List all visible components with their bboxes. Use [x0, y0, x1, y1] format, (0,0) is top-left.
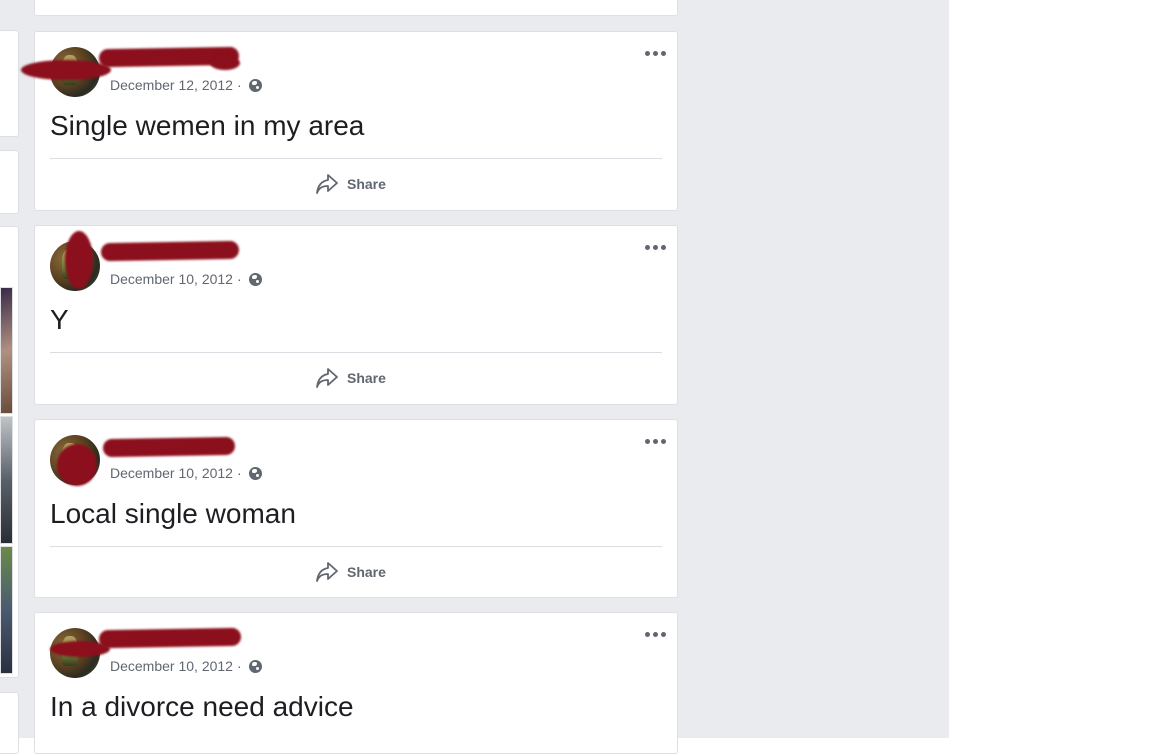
meta-separator: · — [236, 658, 242, 674]
post-card: December 10, 2012 · Local single woman S… — [34, 419, 678, 598]
left-column-card — [0, 30, 19, 137]
post-meta: December 10, 2012 · — [110, 271, 262, 287]
share-arrow-icon — [315, 561, 339, 583]
meta-separator: · — [236, 465, 242, 481]
post-date[interactable]: December 12, 2012 — [110, 77, 233, 93]
share-label: Share — [347, 176, 386, 192]
previous-post-card — [34, 0, 678, 16]
redaction-scribble — [57, 444, 97, 486]
post-meta: December 10, 2012 · — [110, 658, 262, 674]
share-arrow-icon — [315, 367, 339, 389]
globe-icon[interactable] — [248, 78, 262, 92]
share-button[interactable]: Share — [315, 560, 386, 584]
redaction-scribble — [50, 641, 110, 657]
divider — [50, 546, 662, 547]
left-column-card — [0, 692, 19, 754]
divider — [50, 158, 662, 159]
share-label: Share — [347, 564, 386, 580]
more-options-icon[interactable] — [643, 434, 667, 448]
share-arrow-icon — [315, 173, 339, 195]
globe-icon[interactable] — [248, 272, 262, 286]
redaction-scribble — [210, 56, 240, 70]
post-meta: December 12, 2012 · — [110, 77, 262, 93]
post-date[interactable]: December 10, 2012 — [110, 465, 233, 481]
more-options-icon[interactable] — [643, 240, 667, 254]
photo-thumbnail[interactable] — [0, 416, 13, 544]
photo-thumbnail[interactable] — [0, 287, 13, 414]
redacted-author-name — [98, 627, 242, 649]
post-card: December 12, 2012 · Single wemen in my a… — [21, 31, 678, 211]
post-card: December 10, 2012 · Y Share — [34, 225, 678, 405]
meta-separator: · — [236, 77, 242, 93]
redacted-author-name — [100, 240, 240, 262]
post-card: December 10, 2012 · In a divorce need ad… — [34, 612, 678, 754]
post-meta: December 10, 2012 · — [110, 465, 262, 481]
more-options-icon[interactable] — [643, 627, 667, 641]
photo-thumbnail[interactable] — [0, 546, 13, 674]
post-text: Local single woman — [50, 498, 296, 529]
divider — [50, 352, 662, 353]
post-text: Single wemen in my area — [50, 110, 365, 141]
share-button[interactable]: Share — [315, 366, 386, 390]
post-text: Y — [50, 304, 69, 335]
left-column-card — [0, 150, 19, 214]
share-label: Share — [347, 370, 386, 386]
post-date[interactable]: December 10, 2012 — [110, 658, 233, 674]
globe-icon[interactable] — [248, 466, 262, 480]
more-options-icon[interactable] — [643, 46, 667, 60]
redaction-scribble — [21, 60, 111, 80]
redaction-scribble — [65, 231, 93, 289]
meta-separator: · — [236, 271, 242, 287]
post-text: In a divorce need advice — [50, 691, 354, 722]
share-button[interactable]: Share — [315, 172, 386, 196]
globe-icon[interactable] — [248, 659, 262, 673]
redacted-author-name — [102, 436, 236, 458]
post-date[interactable]: December 10, 2012 — [110, 271, 233, 287]
